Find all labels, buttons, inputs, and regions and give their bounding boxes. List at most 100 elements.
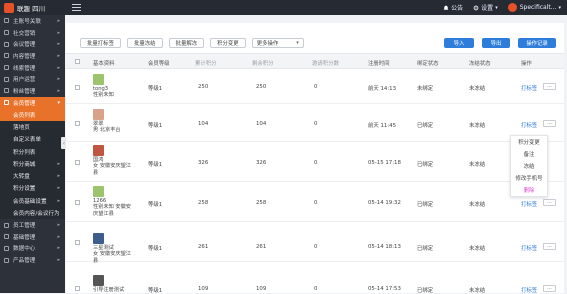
sidebar-sub-label: 积分商城 xyxy=(13,161,36,168)
more-actions-button[interactable]: ··· xyxy=(543,83,556,90)
sidebar-item-label: 数据中心 xyxy=(13,246,36,253)
sidebar-item-fans[interactable]: 粉丝管理 ▸ xyxy=(0,85,65,97)
dropdown-points-change[interactable]: 积分变更 xyxy=(511,136,547,148)
member-detail: 性别未知 xyxy=(93,92,114,99)
member-info: 翠翠 男 北京丰台 xyxy=(93,109,121,134)
row-checkbox[interactable] xyxy=(75,240,80,245)
column-invite-points[interactable]: 邀请积分数 xyxy=(312,59,339,67)
chevron-down-icon: ▾ xyxy=(296,40,299,46)
dropdown-remark[interactable]: 备注 xyxy=(511,148,547,160)
chevron-right-icon: ▸ xyxy=(57,197,60,204)
sidebar-sub-form[interactable]: 自定义表单 xyxy=(0,133,65,146)
menu-toggle-icon[interactable] xyxy=(72,2,81,13)
sidebar-item-label: 社交营销 xyxy=(13,30,36,37)
toolbar: 批量打标签 批量冻结 批量解冻 积分变更 更多操作 ▾ xyxy=(80,38,304,48)
row-checkbox[interactable] xyxy=(75,200,80,205)
row-checkbox[interactable] xyxy=(75,286,80,291)
chevron-right-icon: ▸ xyxy=(57,185,60,192)
column-total-points[interactable]: 累计积分 xyxy=(195,59,217,67)
sidebar-item-data[interactable]: 数据中心 ▸ xyxy=(0,243,65,255)
member-info: tong3 性别未知 xyxy=(93,74,114,99)
user-menu[interactable]: Specificalt... ▾ xyxy=(507,3,561,12)
more-icon: ··· xyxy=(547,243,552,250)
member-detail-cont: 县 xyxy=(93,169,99,176)
register-time: 05-15 17:18 xyxy=(368,160,401,166)
member-info: 三星测试 女 安徽安庆望江 县 xyxy=(93,233,131,264)
chevron-right-icon: ▸ xyxy=(57,17,60,24)
sidebar-item-staff[interactable]: 员工管理 ▸ xyxy=(0,219,65,231)
more-actions-select[interactable]: 更多操作 ▾ xyxy=(251,38,304,48)
row-actions-dropdown: 积分变更 备注 冻结 修改手机号 删除 xyxy=(510,135,548,197)
sidebar-sub-landing[interactable]: 落地页 xyxy=(0,120,65,134)
sidebar-item-label: 会员管理 xyxy=(13,100,36,107)
share-icon xyxy=(4,30,9,36)
dropdown-change-phone[interactable]: 修改手机号 xyxy=(511,172,547,184)
notice-button[interactable]: 公告 xyxy=(443,3,463,12)
sidebar-item-content[interactable]: 内容管理 ▸ xyxy=(0,50,65,62)
sidebar-sub-member-list[interactable]: 会员列表 xyxy=(0,108,65,121)
row-checkbox[interactable] xyxy=(75,85,80,90)
more-actions-button[interactable]: ··· xyxy=(543,285,556,292)
register-time: 前天 11:45 xyxy=(368,123,397,129)
operation-log-button[interactable]: 操作记录 xyxy=(518,38,556,48)
sidebar-item-label: 员工管理 xyxy=(13,223,36,230)
remain-points: 250 xyxy=(256,84,267,90)
batch-unfreeze-button[interactable]: 批量解冻 xyxy=(168,38,205,48)
settings-button[interactable]: 设置 ▾ xyxy=(473,3,498,12)
more-actions-value: 更多操作 xyxy=(256,41,279,47)
row-checkbox[interactable] xyxy=(75,160,80,165)
select-all-checkbox[interactable] xyxy=(75,59,80,64)
sidebar-sub-wheel[interactable]: 大转盘 ▸ xyxy=(0,169,65,183)
tag-link[interactable]: 打标签 xyxy=(521,121,537,129)
more-icon: ··· xyxy=(547,120,552,127)
batch-tag-button[interactable]: 批量打标签 xyxy=(80,38,121,48)
sidebar-sub-member-basic[interactable]: 会员基础设置 ▸ xyxy=(0,194,65,207)
more-actions-button[interactable]: ··· xyxy=(543,199,556,206)
sidebar-item-product[interactable]: 产品管理 ▸ xyxy=(0,254,65,266)
column-actions: 操作 xyxy=(521,61,532,67)
document-icon xyxy=(4,53,9,59)
avatar xyxy=(93,275,104,286)
points-change-button[interactable]: 积分变更 xyxy=(210,38,246,48)
sidebar-sub-points-list[interactable]: 积分列表 xyxy=(0,145,65,158)
more-actions-button[interactable]: ··· xyxy=(543,243,556,250)
import-button[interactable]: 导入 xyxy=(444,38,474,48)
column-remain-points[interactable]: 剩余积分 xyxy=(252,59,274,67)
sidebar-item-label: 主账号关联 xyxy=(13,18,41,25)
chevron-right-icon: ▸ xyxy=(57,173,60,180)
sidebar-item-base[interactable]: 基础管理 ▸ xyxy=(0,231,65,243)
top-bar: 联趣 四川 公告 设置 ▾ Specificalt... ▾ xyxy=(0,0,567,15)
chevron-right-icon: ▸ xyxy=(57,29,60,36)
sidebar-item-users[interactable]: 用户运营 ▸ xyxy=(0,73,65,85)
sidebar-sub-label: 积分列表 xyxy=(13,149,36,156)
member-info: 引导注册测试 xyxy=(93,275,124,293)
sidebar-item-label: 产品管理 xyxy=(13,258,36,265)
sidebar-item-account-link[interactable]: 主账号关联 ▸ xyxy=(0,15,65,27)
sidebar-item-clue[interactable]: 线索管理 ▸ xyxy=(0,62,65,74)
tag-link[interactable]: 打标签 xyxy=(521,244,537,252)
logo-icon xyxy=(4,2,14,13)
more-actions-button[interactable]: ··· xyxy=(543,120,556,127)
chevron-right-icon: ▸ xyxy=(57,52,60,59)
logo[interactable]: 联趣 四川 xyxy=(0,2,70,13)
batch-freeze-button[interactable]: 批量冻结 xyxy=(126,38,163,48)
sidebar-sub-points-mall[interactable]: 积分商城 ▸ xyxy=(0,157,65,170)
tag-link[interactable]: 打标签 xyxy=(521,84,537,92)
dropdown-delete[interactable]: 删除 xyxy=(511,184,547,196)
avatar xyxy=(507,3,517,12)
chevron-left-icon: ‹ xyxy=(62,139,66,147)
sidebar-item-meeting[interactable]: 会议管理 ▸ xyxy=(0,38,65,50)
export-button[interactable]: 导出 xyxy=(482,38,510,48)
sidebar-item-member[interactable]: 会员管理 ▾ xyxy=(0,96,65,109)
remain-points: 104 xyxy=(256,121,267,127)
freeze-status: 未冻结 xyxy=(469,162,486,168)
sidebar-item-social[interactable]: 社交营销 ▸ xyxy=(0,27,65,39)
avatar xyxy=(93,109,104,120)
sidebar-sub-member-behavior[interactable]: 会员内容/会议行为 xyxy=(0,206,65,220)
freeze-status: 未冻结 xyxy=(469,202,486,208)
bind-status: 已绑定 xyxy=(417,202,434,208)
tag-link[interactable]: 打标签 xyxy=(521,200,537,208)
sidebar-sub-points-settings[interactable]: 积分设置 ▸ xyxy=(0,182,65,195)
dropdown-freeze[interactable]: 冻结 xyxy=(511,160,547,172)
row-checkbox[interactable] xyxy=(75,121,80,126)
